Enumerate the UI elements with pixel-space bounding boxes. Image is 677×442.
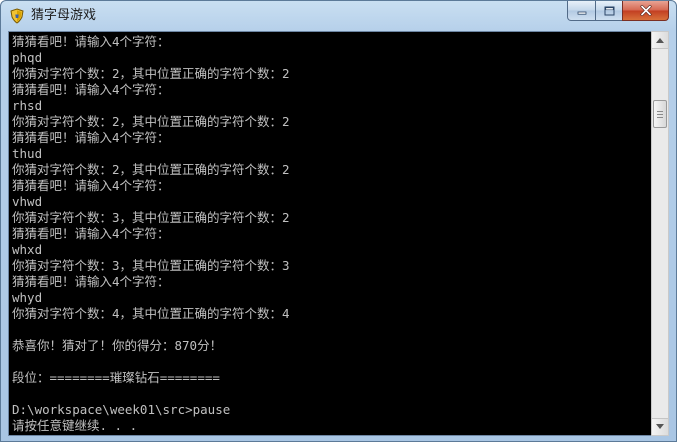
console-line: 猜猜看吧！请输入4个字符： [12, 130, 170, 145]
minimize-button[interactable] [567, 1, 596, 21]
thumb-grip [657, 117, 663, 118]
window-title: 猜字母游戏 [31, 8, 97, 23]
console-line: 你猜对字符个数：2，其中位置正确的字符个数：2 [12, 66, 290, 81]
console-line: 猜猜看吧！请输入4个字符： [12, 226, 170, 241]
console-line: 段位：========璀璨钻石======== [12, 370, 220, 385]
console-line: thud [12, 146, 43, 161]
console-line: 你猜对字符个数：4，其中位置正确的字符个数：4 [12, 306, 290, 321]
console-line: whxd [12, 242, 43, 257]
console-output[interactable]: 猜猜看吧！请输入4个字符： phqd 你猜对字符个数：2，其中位置正确的字符个数… [8, 31, 651, 436]
scroll-up-button[interactable] [652, 32, 668, 49]
close-button[interactable] [622, 1, 669, 21]
vertical-scrollbar[interactable] [651, 31, 669, 436]
scroll-down-button[interactable] [652, 418, 668, 435]
console-line: 你猜对字符个数：3，其中位置正确的字符个数：2 [12, 210, 290, 225]
maximize-icon [604, 6, 614, 15]
console-line: 你猜对字符个数：2，其中位置正确的字符个数：2 [12, 162, 290, 177]
console-line: rhsd [12, 98, 43, 113]
console-line: phqd [12, 50, 43, 65]
minimize-icon [577, 11, 586, 15]
scrollbar-thumb[interactable] [653, 100, 667, 128]
console-line: whyd [12, 290, 43, 305]
console-line: vhwd [12, 194, 43, 209]
arrow-up-icon [656, 38, 664, 43]
thumb-grip [657, 111, 663, 112]
console-line: 猜猜看吧！请输入4个字符： [12, 274, 170, 289]
thumb-grip [657, 114, 663, 115]
console-window: 猜字母游戏 猜猜看吧！请输入4个字符： phqd 你猜对字符个数：2，其中位置正… [0, 0, 677, 442]
console-line: 猜猜看吧！请输入4个字符： [12, 178, 170, 193]
shield-icon [10, 8, 24, 24]
console-line: 你猜对字符个数：3，其中位置正确的字符个数：3 [12, 258, 290, 273]
console-line: 猜猜看吧！请输入4个字符： [12, 34, 170, 49]
console-line: 请按任意键继续. . . [12, 418, 138, 433]
console-line: 你猜对字符个数：2，其中位置正确的字符个数：2 [12, 114, 290, 129]
close-icon [640, 5, 651, 16]
title-bar[interactable]: 猜字母游戏 [1, 1, 676, 31]
console-line: 猜猜看吧！请输入4个字符： [12, 82, 170, 97]
arrow-down-icon [656, 424, 664, 429]
maximize-button[interactable] [595, 1, 623, 21]
console-line: 恭喜你！猜对了！你的得分：870分！ [12, 338, 223, 353]
console-line: D:\workspace\week01\src>pause [12, 402, 231, 417]
